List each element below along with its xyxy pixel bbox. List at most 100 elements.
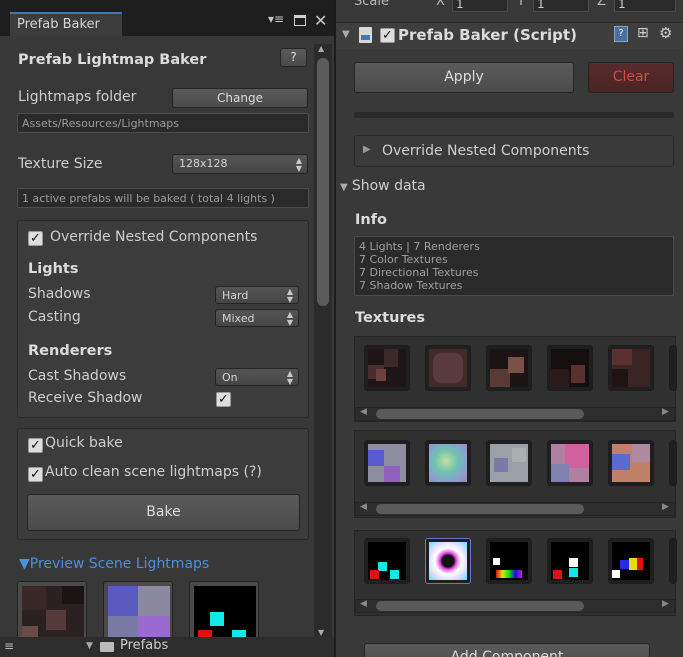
- bake-options-group: ✓ Quick bake ✓ Auto clean scene lightmap…: [17, 428, 309, 540]
- y-label: Y: [517, 0, 525, 9]
- project-window-strip: ≡ ▼ Prefabs: [0, 637, 334, 657]
- cast-shadows-dropdown[interactable]: On ▲ ▼: [215, 368, 299, 386]
- shadow-textures-list: ◀ ▶: [354, 530, 677, 616]
- help-button[interactable]: ?: [280, 48, 307, 67]
- shadow-texture-thumbnail[interactable]: [669, 538, 677, 584]
- casting-value: Mixed: [222, 312, 255, 325]
- receive-shadow-checkbox[interactable]: ✓: [216, 392, 231, 407]
- scrollbar-thumb[interactable]: [376, 504, 584, 514]
- scale-x-field[interactable]: 1: [452, 0, 508, 12]
- shadows-dropdown[interactable]: Hard ▲ ▼: [215, 286, 299, 304]
- scale-z-field[interactable]: 1: [614, 0, 676, 12]
- color-texture-thumbnail[interactable]: [608, 345, 654, 391]
- scroll-right-arrow-icon[interactable]: ▶: [662, 599, 669, 609]
- panel-divider[interactable]: [334, 0, 336, 657]
- close-icon[interactable]: ✕: [314, 11, 327, 30]
- auto-clean-checkbox[interactable]: ✓: [28, 467, 43, 482]
- shadow-texture-thumbnail[interactable]: [486, 538, 532, 584]
- texture-size-value: 128x128: [179, 157, 228, 170]
- bake-button[interactable]: Bake: [27, 494, 300, 531]
- dropdown-arrows-icon: ▲ ▼: [286, 287, 293, 304]
- override-nested-checkbox[interactable]: ✓: [28, 231, 43, 246]
- foldout-arrow-icon[interactable]: ▼: [342, 29, 350, 40]
- color-textures-scrollbar[interactable]: ◀ ▶: [355, 407, 675, 421]
- scroll-right-arrow-icon[interactable]: ▶: [662, 407, 669, 417]
- foldout-arrow-icon: ▼: [19, 556, 30, 572]
- directional-texture-thumbnail[interactable]: [608, 440, 654, 486]
- dropdown-arrows-icon: ▲ ▼: [286, 310, 293, 327]
- shadow-texture-thumbnail[interactable]: [608, 538, 654, 584]
- maximize-icon[interactable]: [294, 15, 306, 26]
- texture-size-dropdown[interactable]: 128x128 ▲ ▼: [172, 154, 308, 174]
- directional-textures-scrollbar[interactable]: ◀ ▶: [355, 502, 675, 516]
- scroll-up-arrow-icon[interactable]: ▲: [318, 44, 324, 53]
- script-icon-badge: [361, 35, 370, 40]
- menu-icon[interactable]: ≡: [4, 639, 14, 653]
- quick-bake-checkbox[interactable]: ✓: [28, 438, 43, 453]
- info-line: 7 Color Textures: [359, 253, 448, 266]
- color-texture-thumbnail[interactable]: [364, 345, 410, 391]
- directional-texture-thumbnail[interactable]: [364, 440, 410, 486]
- lightmap-cell: [210, 612, 224, 626]
- scroll-left-arrow-icon[interactable]: ◀: [360, 599, 367, 609]
- directional-texture-thumbnail[interactable]: [486, 440, 532, 486]
- casting-dropdown[interactable]: Mixed ▲ ▼: [215, 309, 299, 327]
- scrollbar-thumb[interactable]: [317, 58, 329, 306]
- tab-prefab-baker[interactable]: Prefab Baker: [10, 12, 122, 36]
- scroll-down-arrow-icon[interactable]: ▼: [318, 628, 324, 637]
- color-texture-thumbnail[interactable]: [425, 345, 471, 391]
- add-component-button[interactable]: Add Component: [364, 643, 650, 657]
- directional-texture-thumbnail[interactable]: [669, 440, 677, 486]
- scrollbar-thumb[interactable]: [376, 601, 584, 611]
- shadow-texture-thumbnail[interactable]: [425, 538, 471, 584]
- scroll-left-arrow-icon[interactable]: ◀: [360, 407, 367, 417]
- separator-bar: [354, 112, 674, 118]
- shadow-texture-thumbnail[interactable]: [547, 538, 593, 584]
- hidden-background-text: [152, 2, 242, 10]
- show-data-label: Show data: [351, 178, 426, 194]
- directional-texture-thumbnail[interactable]: [547, 440, 593, 486]
- foldout-arrow-icon[interactable]: ▼: [86, 641, 93, 651]
- quick-bake-label: Quick bake: [45, 435, 123, 451]
- help-book-icon[interactable]: ?: [614, 26, 628, 42]
- preset-icon[interactable]: ⊞: [637, 25, 649, 41]
- color-texture-thumbnail[interactable]: [547, 345, 593, 391]
- clear-button[interactable]: Clear: [588, 62, 674, 93]
- info-line: 7 Directional Textures: [359, 266, 479, 279]
- override-nested-foldout[interactable]: ▶ Override Nested Components: [354, 135, 674, 167]
- shadow-texture-thumbnail[interactable]: [364, 538, 410, 584]
- textures-header: Textures: [355, 310, 426, 326]
- show-data-foldout[interactable]: ▼ Show data: [340, 178, 426, 194]
- scale-label: Scale: [354, 0, 389, 9]
- scrollbar-thumb[interactable]: [376, 409, 584, 419]
- scroll-left-arrow-icon[interactable]: ◀: [360, 502, 367, 512]
- vertical-scrollbar[interactable]: ▲ ▼: [314, 44, 332, 642]
- info-line: 4 Lights | 7 Renderers: [359, 240, 480, 253]
- prefab-baker-window: Prefab Baker ▾≡ ✕ ▲ ▼ Prefab Lightmap Ba…: [0, 0, 334, 657]
- color-texture-thumbnail[interactable]: [486, 345, 532, 391]
- info-line: 7 Shadow Textures: [359, 279, 463, 292]
- override-nested-label: Override Nested Components: [50, 229, 258, 245]
- info-box: 4 Lights | 7 Renderers 7 Color Textures …: [354, 236, 674, 296]
- component-enabled-checkbox[interactable]: ✓: [380, 28, 395, 43]
- x-label: X: [436, 0, 445, 9]
- gear-icon[interactable]: ⚙: [659, 24, 672, 42]
- change-folder-button[interactable]: Change: [172, 88, 308, 108]
- directional-texture-thumbnail[interactable]: [425, 440, 471, 486]
- color-textures-list: ◀ ▶: [354, 336, 677, 422]
- menu-icon[interactable]: ▾≡: [268, 12, 284, 26]
- lightmap-cell: [46, 610, 66, 630]
- scale-y-field[interactable]: 1: [533, 0, 589, 12]
- prefabs-folder-label[interactable]: Prefabs: [120, 638, 168, 653]
- component-header[interactable]: ▼ ✓ Prefab Baker (Script) ? ⊞ ⚙: [336, 22, 683, 49]
- color-texture-thumbnail[interactable]: [669, 345, 677, 391]
- receive-shadow-label: Receive Shadow: [28, 390, 143, 406]
- apply-button[interactable]: Apply: [354, 62, 574, 93]
- cast-shadows-label: Cast Shadows: [28, 368, 127, 384]
- folder-icon: [100, 642, 114, 652]
- preview-label: Preview Scene Lightmaps: [29, 556, 210, 572]
- shadow-textures-scrollbar[interactable]: ◀ ▶: [355, 599, 675, 613]
- scroll-right-arrow-icon[interactable]: ▶: [662, 502, 669, 512]
- preview-scene-lightmaps-foldout[interactable]: ▼Preview Scene Lightmaps: [19, 556, 209, 572]
- cast-shadows-value: On: [222, 371, 238, 384]
